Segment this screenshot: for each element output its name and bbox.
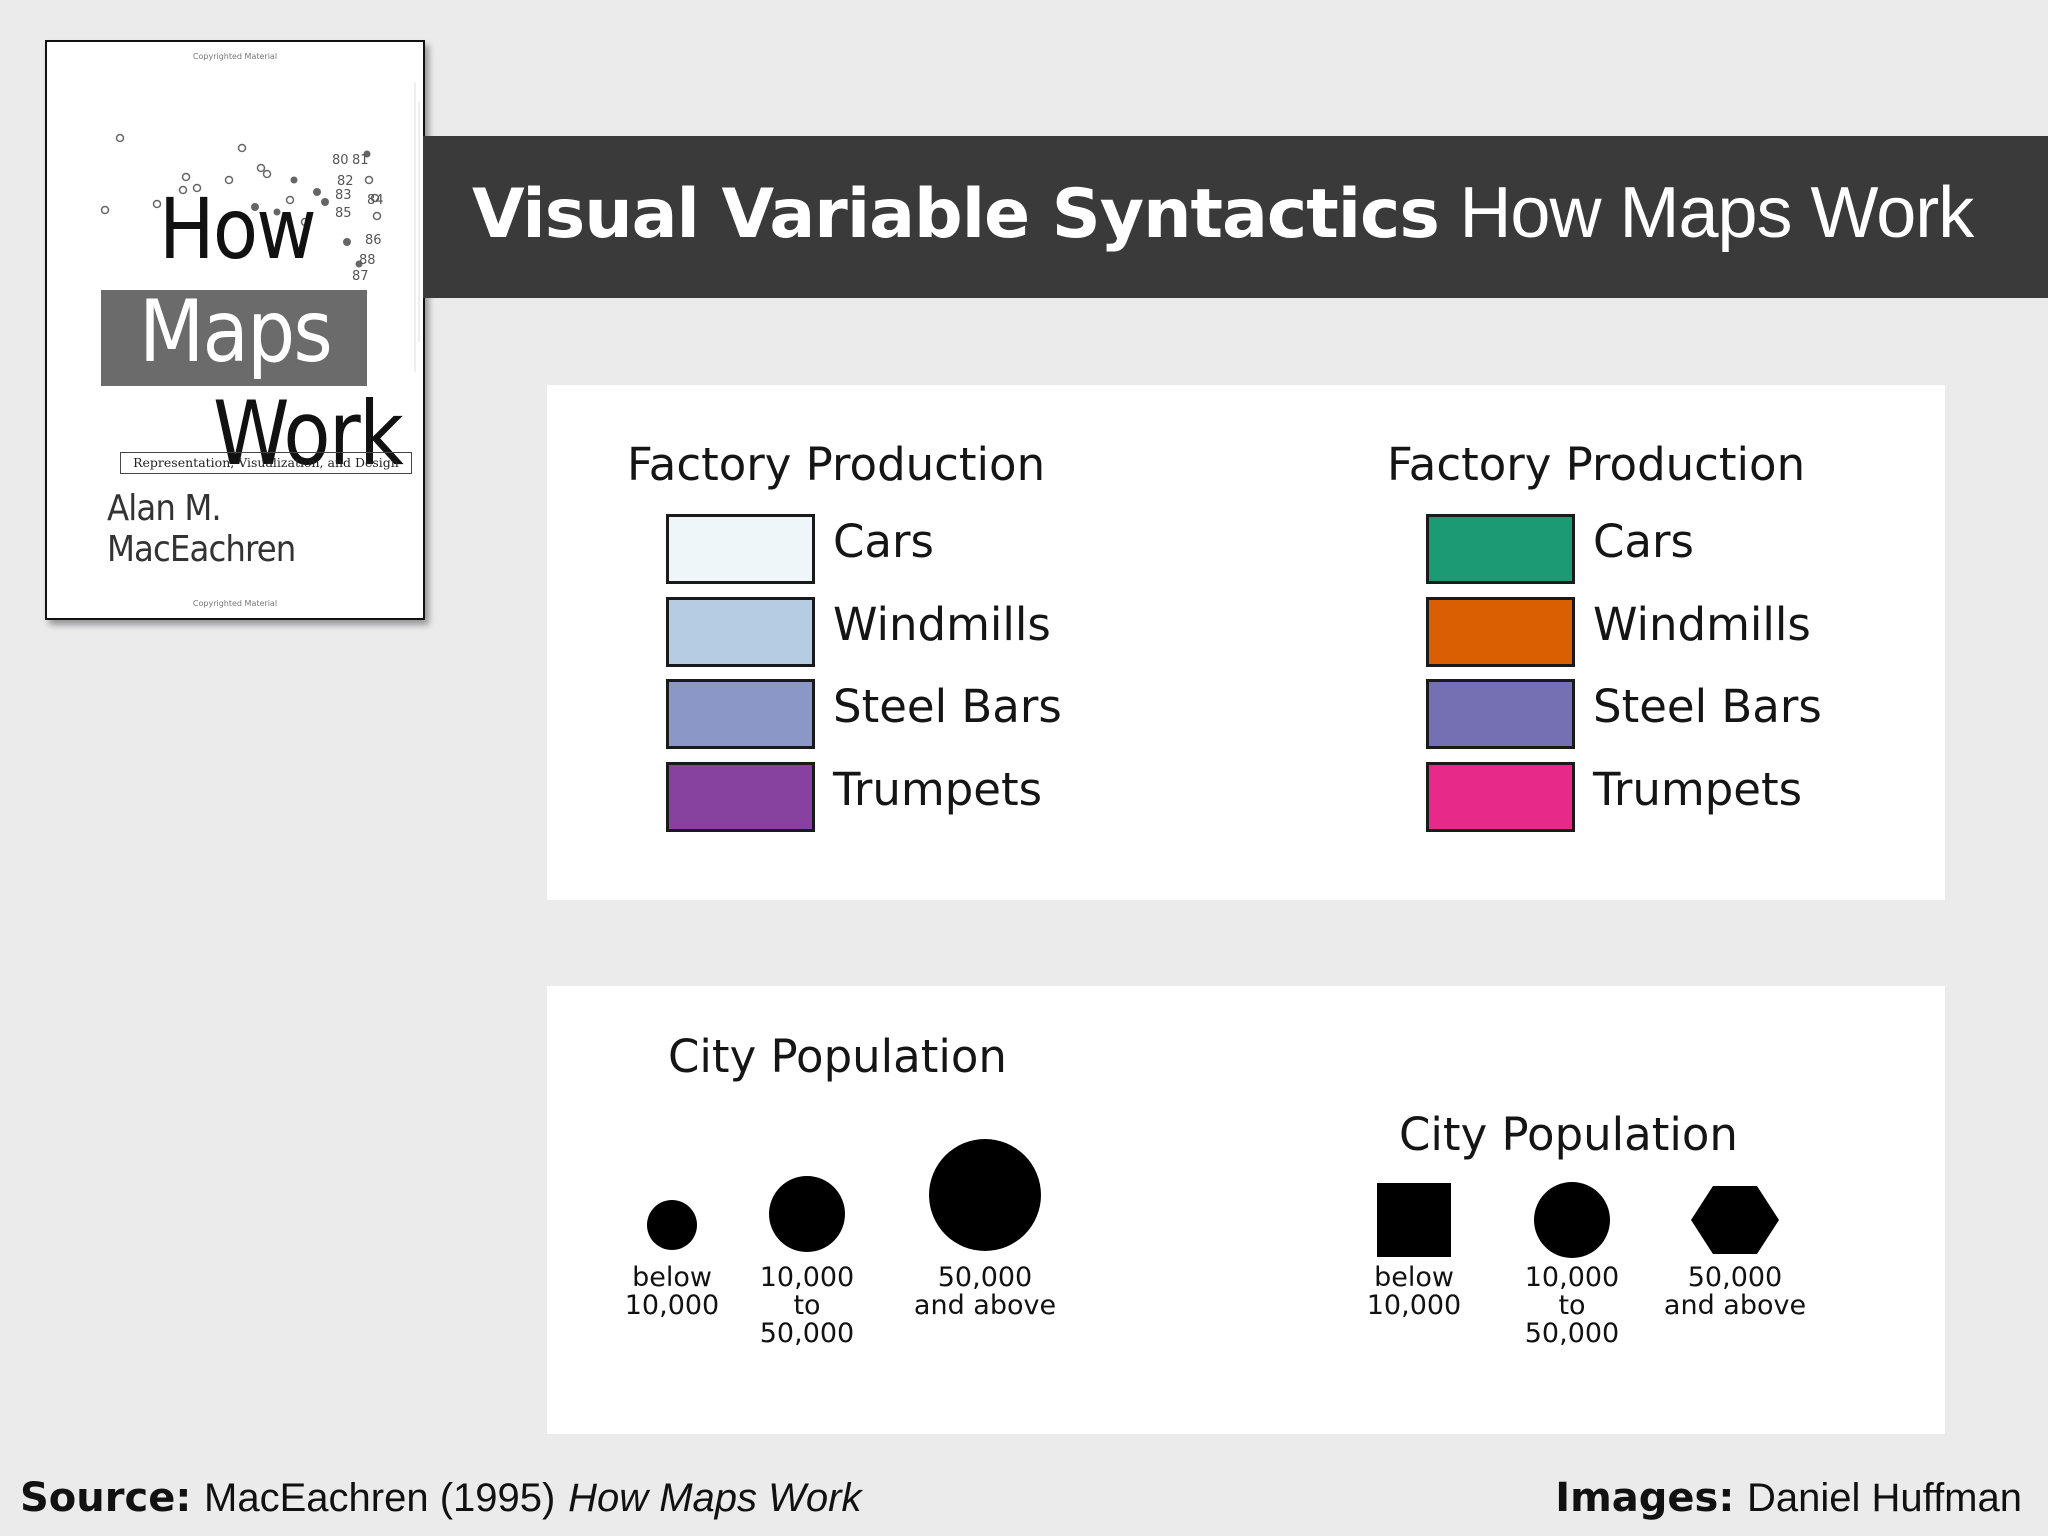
label-10000-to-50000-left: 10,000 to 50,000 (759, 1262, 855, 1349)
label-steel-bars-right: Steel Bars (1593, 680, 1822, 733)
cover-number: 86 (365, 233, 382, 248)
cover-number: 81 (352, 153, 369, 168)
images-label: Images: (1555, 1475, 1735, 1521)
swatch-windmills-left (666, 597, 815, 667)
book-cover-image: Copyrighted Material 80 81 82 83 84 85 8… (45, 40, 425, 620)
cover-number: 80 (332, 153, 349, 168)
symbol-hexagon (1691, 1186, 1779, 1254)
label-steel-bars-left: Steel Bars (833, 680, 1062, 733)
cover-author: Alan M. MacEachren (107, 488, 296, 570)
source-text: MacEachren (1995) (204, 1476, 556, 1520)
symbol-circle-medium (769, 1176, 845, 1252)
legend-title-left: Factory Production (627, 438, 1046, 491)
source-label: Source: (20, 1475, 192, 1521)
label-trumpets-right: Trumpets (1593, 763, 1803, 816)
swatch-steel-bars-left (666, 679, 815, 749)
symbol-circle-small (647, 1200, 697, 1250)
symbol-square (1377, 1183, 1451, 1257)
symbol-circle (1534, 1182, 1610, 1258)
slide-title-light: How Maps Work (1459, 173, 1974, 253)
cover-title-maps: Maps (139, 282, 333, 382)
label-below-10000-right: below 10,000 (1366, 1262, 1462, 1321)
cover-number: 87 (352, 269, 369, 284)
label-windmills-right: Windmills (1593, 598, 1811, 651)
cover-subtitle: Representation, Visualization, and Desig… (120, 452, 412, 474)
label-below-10000-left: below 10,000 (624, 1262, 720, 1321)
images-text: Daniel Huffman (1747, 1476, 2022, 1520)
swatch-trumpets-left (666, 762, 815, 832)
images-credit: Images: Daniel Huffman (1555, 1475, 2022, 1521)
label-windmills-left: Windmills (833, 598, 1051, 651)
label-cars-right: Cars (1593, 515, 1694, 568)
legend-title-right: Factory Production (1387, 438, 1806, 491)
label-cars-left: Cars (833, 515, 934, 568)
cover-title-how: How (159, 180, 317, 278)
cover-number: 83 (335, 188, 352, 203)
cover-number: 85 (335, 206, 352, 221)
factory-production-panel: Factory Production Cars Windmills Steel … (547, 385, 1945, 900)
swatch-windmills-right (1426, 597, 1575, 667)
source-title: How Maps Work (568, 1476, 862, 1520)
label-10000-to-50000-right: 10,000 to 50,000 (1524, 1262, 1620, 1349)
population-title-right: City Population (1399, 1108, 1738, 1161)
source-credit: Source: MacEachren (1995) How Maps Work (20, 1475, 861, 1521)
population-symbols (647, 1139, 1779, 1258)
label-trumpets-left: Trumpets (833, 763, 1043, 816)
swatch-steel-bars-right (1426, 679, 1575, 749)
cover-number: 88 (359, 253, 376, 268)
swatch-cars-right (1426, 514, 1575, 584)
slide-title-bold: Visual Variable Syntactics (472, 175, 1440, 254)
swatch-trumpets-right (1426, 762, 1575, 832)
label-50000-and-above-left: 50,000 and above (913, 1262, 1057, 1321)
copyright-notice-bottom: Copyrighted Material (192, 599, 278, 608)
city-population-panel: City Population below 10,000 10,000 to 5… (547, 986, 1945, 1434)
symbol-circle-large (929, 1139, 1041, 1251)
swatch-cars-left (666, 514, 815, 584)
slide-title: Visual Variable Syntactics How Maps Work (472, 172, 1974, 254)
cover-number: 84 (367, 193, 384, 208)
cover-number: 82 (337, 174, 354, 189)
label-50000-and-above-right: 50,000 and above (1663, 1262, 1807, 1321)
